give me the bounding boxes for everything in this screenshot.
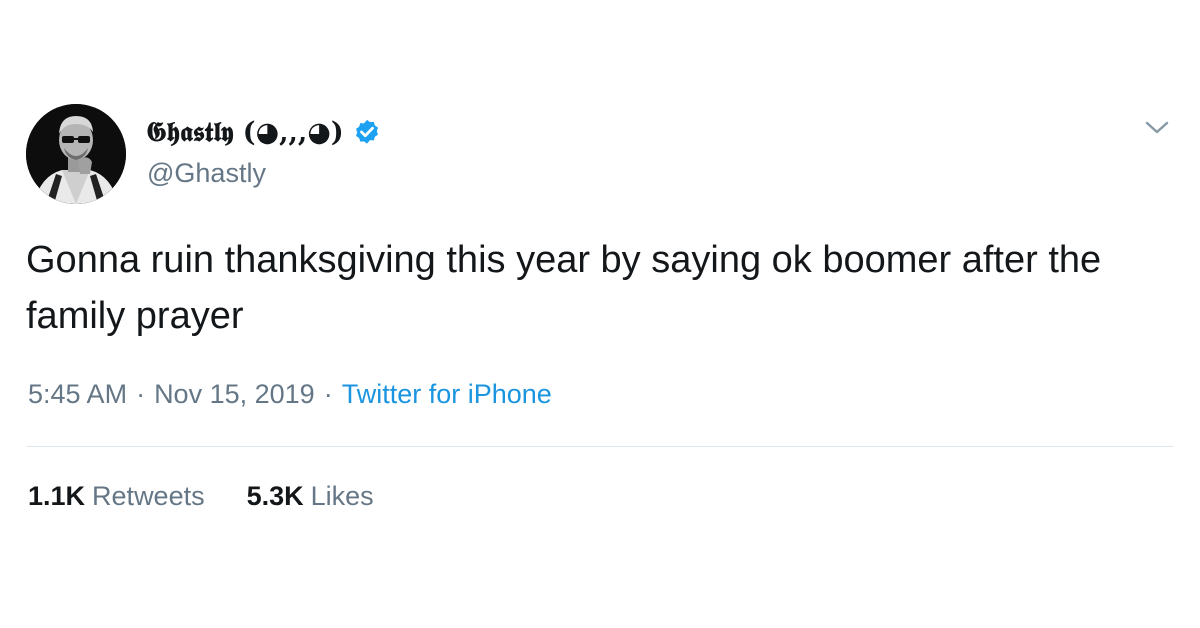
retweets-count: 1.1K bbox=[28, 481, 86, 511]
tweet-stats: 1.1K Retweets 5.3K Likes bbox=[28, 481, 374, 512]
author-name-row[interactable]: 𝕲𝖍𝖆𝖘𝖙𝖑𝖞 (◕,,,◕) bbox=[146, 116, 382, 150]
tweet-time[interactable]: 5:45 AM bbox=[28, 379, 127, 409]
avatar[interactable] bbox=[26, 104, 126, 204]
likes-count: 5.3K bbox=[246, 481, 304, 511]
tweet-card: 𝕲𝖍𝖆𝖘𝖙𝖑𝖞 (◕,,,◕) @Ghastly Gonna ruin than… bbox=[0, 0, 1200, 628]
verified-badge-icon bbox=[352, 118, 382, 148]
user-handle[interactable]: @Ghastly bbox=[147, 158, 266, 189]
meta-separator: · bbox=[136, 379, 146, 409]
display-name[interactable]: 𝕲𝖍𝖆𝖘𝖙𝖑𝖞 (◕,,,◕) bbox=[146, 117, 344, 149]
retweets-stat[interactable]: 1.1K Retweets bbox=[28, 481, 205, 512]
tweet-date[interactable]: Nov 15, 2019 bbox=[154, 379, 315, 409]
chevron-down-icon[interactable] bbox=[1144, 118, 1170, 138]
meta-separator: · bbox=[323, 379, 333, 409]
divider bbox=[26, 446, 1174, 447]
tweet-text: Gonna ruin thanksgiving this year by say… bbox=[26, 239, 1102, 337]
tweet-source-link[interactable]: Twitter for iPhone bbox=[342, 379, 552, 409]
likes-label: Likes bbox=[310, 481, 374, 511]
likes-stat[interactable]: 5.3K Likes bbox=[247, 481, 374, 512]
tweet-metadata: 5:45 AM · Nov 15, 2019 · Twitter for iPhone bbox=[28, 379, 552, 410]
retweets-label: Retweets bbox=[92, 481, 205, 511]
profile-photo bbox=[26, 104, 126, 204]
